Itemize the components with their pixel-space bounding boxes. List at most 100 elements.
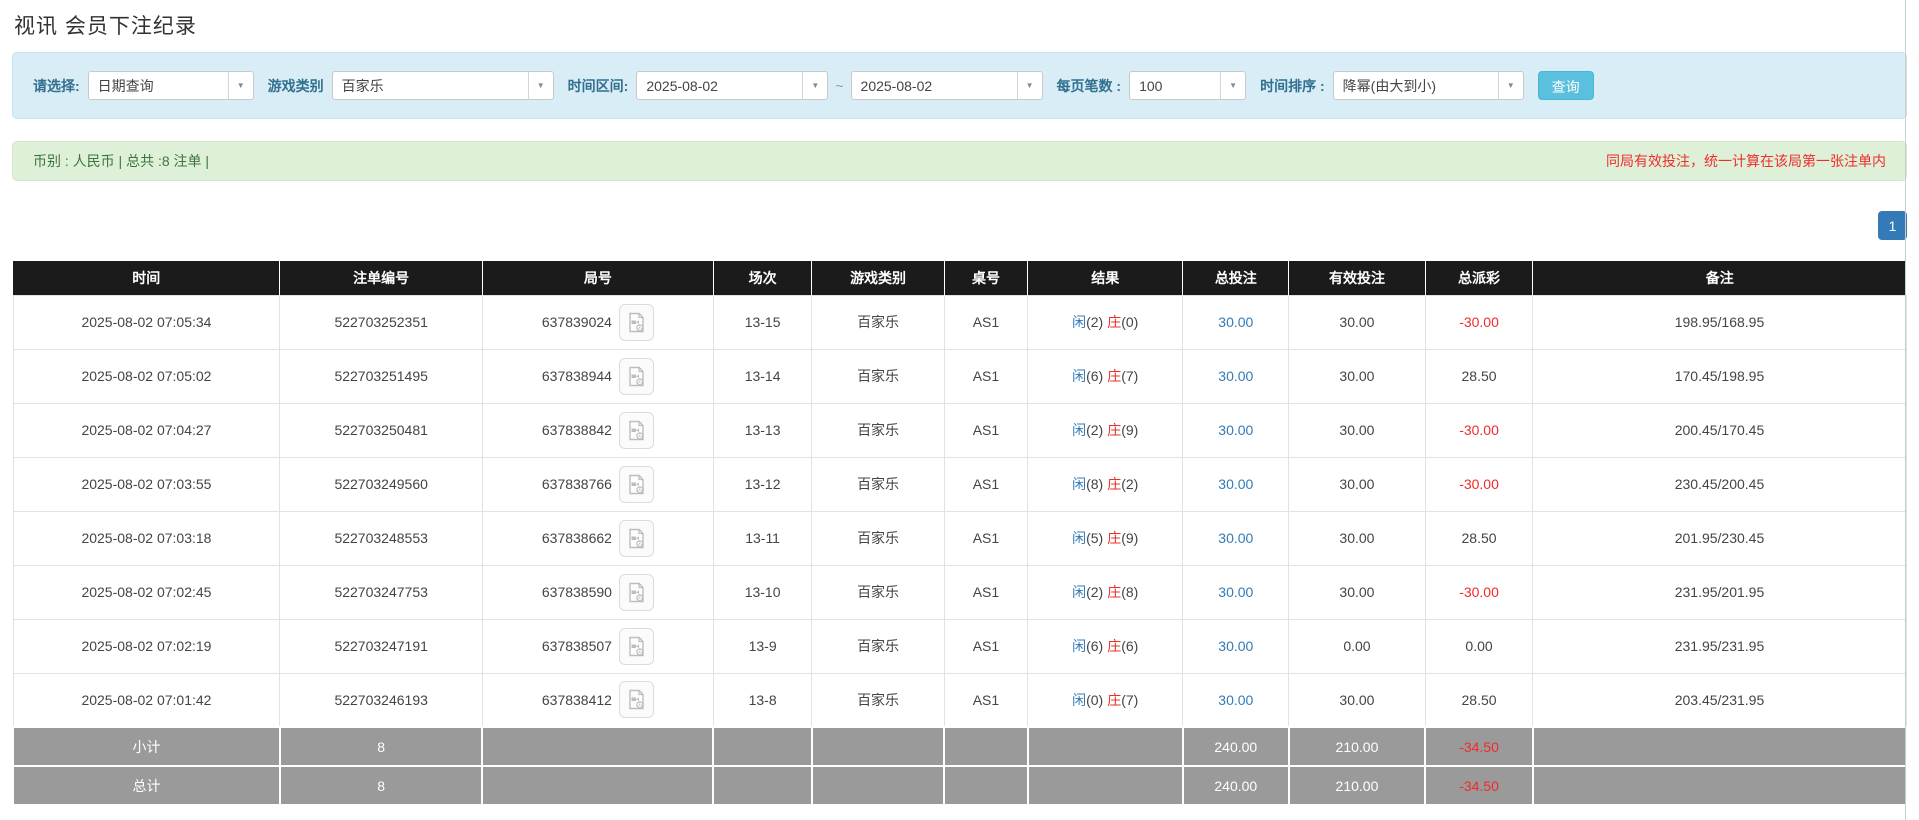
payout-value: -30.00 [1459,584,1499,600]
total-bet-link[interactable]: 30.00 [1218,422,1253,438]
video-replay-button[interactable] [618,303,654,341]
chevron-down-icon[interactable]: ▼ [1016,72,1042,99]
round-id-value: 637838507 [541,638,612,654]
chevron-down-icon[interactable]: ▼ [227,72,253,99]
result-player-label: 闲 [1072,530,1087,546]
total-label: 总计 [12,765,281,806]
video-file-icon [629,690,644,710]
cell-total-bet: 30.00 [1182,618,1290,674]
cell-game-category: 百家乐 [811,348,945,404]
cell-table-no: AS1 [943,456,1029,512]
result-player-label: 闲 [1072,422,1087,438]
cell-payout: -30.00 [1424,564,1534,620]
result-banker-score: (0) [1121,314,1139,330]
time-range-label: 时间区间: [567,77,629,94]
video-replay-button[interactable] [618,519,654,557]
total-bet-link[interactable]: 30.00 [1218,476,1253,492]
video-file-icon [629,582,644,602]
query-type-value: 日期查询 [97,77,154,94]
payout-value: -30.00 [1459,476,1499,492]
cell-table-no: AS1 [943,672,1029,728]
game-category-label: 游戏类别 [267,77,324,94]
col-header-result: 结果 [1027,261,1184,295]
video-replay-button[interactable] [618,411,654,449]
result-banker-score: (9) [1121,422,1139,438]
col-header-total-bet: 总投注 [1182,261,1290,295]
col-header-table-no: 桌号 [944,261,1029,295]
page-1-button[interactable]: 1 [1878,211,1907,240]
total-bet-link[interactable]: 30.00 [1218,368,1253,384]
cell-time: 2025-08-02 07:01:42 [12,672,281,728]
cell-game-category: 百家乐 [811,294,945,350]
cell-time: 2025-08-02 07:03:18 [12,510,281,566]
total-bet-link[interactable]: 30.00 [1218,530,1253,546]
result-banker-label: 庄 [1107,530,1122,546]
cell-bet-id: 522703246193 [279,672,483,728]
result-banker-score: (6) [1121,638,1139,654]
cell-total-bet: 30.00 [1182,402,1290,458]
total-bet-link[interactable]: 30.00 [1218,314,1253,330]
date-from-picker[interactable]: 2025-08-02 ▼ [636,71,829,100]
video-replay-button[interactable] [618,357,654,395]
result-banker-score: (7) [1121,368,1139,384]
result-banker-label: 庄 [1107,368,1122,384]
result-player-label: 闲 [1072,584,1087,600]
cell-session: 13-13 [712,402,813,458]
table-header-row: 时间 注单编号 局号 场次 游戏类别 桌号 结果 总投注 有效投注 总派彩 备注 [13,261,1906,295]
video-replay-button[interactable] [618,465,654,503]
filter-bar: 请选择: 日期查询 ▼ 游戏类别 百家乐 ▼ 时间区间: 2025-08-02 … [12,52,1907,119]
cell-payout: -30.00 [1424,456,1534,512]
cell-total-bet: 30.00 [1182,294,1290,350]
result-player-label: 闲 [1072,638,1087,654]
chevron-down-icon[interactable]: ▼ [1220,72,1246,99]
chevron-down-icon[interactable]: ▼ [802,72,828,99]
cell-result: 闲(6) 庄(7) [1027,348,1184,404]
bets-table: 时间 注单编号 局号 场次 游戏类别 桌号 结果 总投注 有效投注 总派彩 备注… [12,261,1908,806]
summary-bar: 币别 : 人民币 | 总共 :8 注单 | 同局有效投注，统一计算在该局第一张注… [12,141,1907,181]
cell-table-no: AS1 [943,618,1029,674]
cell-table-no: AS1 [943,402,1029,458]
query-type-select[interactable]: 日期查询 ▼ [87,71,254,100]
video-replay-button[interactable] [618,627,654,665]
pagination-top: 1 [12,211,1907,240]
cell-valid-bet: 30.00 [1288,402,1426,458]
round-id-value: 637838944 [541,368,612,384]
col-header-remark: 备注 [1532,261,1906,295]
time-sort-select[interactable]: 降幂(由大到小) ▼ [1332,71,1524,100]
cell-result: 闲(8) 庄(2) [1027,456,1184,512]
cell-valid-bet: 30.00 [1288,564,1426,620]
total-bet-link[interactable]: 30.00 [1218,584,1253,600]
cell-total-bet: 30.00 [1182,564,1290,620]
page-size-select[interactable]: 100 ▼ [1129,71,1247,100]
payout-value: 28.50 [1461,530,1497,546]
result-player-score: (2) [1086,584,1104,600]
video-replay-button[interactable] [618,681,654,719]
cell-result: 闲(6) 庄(6) [1027,618,1184,674]
video-replay-button[interactable] [618,573,654,611]
table-row: 2025-08-02 07:04:27 522703250481 6378388… [12,402,1907,458]
chevron-down-icon[interactable]: ▼ [527,72,553,99]
cell-result: 闲(2) 庄(8) [1027,564,1184,620]
cell-game-category: 百家乐 [811,618,945,674]
date-to-picker[interactable]: 2025-08-02 ▼ [850,71,1043,100]
subtotal-row: 小计 8 240.00 210.00 -34.50 [12,726,1908,767]
total-bet-link[interactable]: 30.00 [1218,638,1253,654]
cell-game-category: 百家乐 [811,510,945,566]
game-category-select[interactable]: 百家乐 ▼ [331,71,554,100]
cell-round-id: 637838507 [481,618,714,674]
query-button[interactable]: 查询 [1537,71,1594,100]
chevron-down-icon[interactable]: ▼ [1497,72,1523,99]
cell-valid-bet: 0.00 [1288,618,1426,674]
cell-bet-id: 522703249560 [279,456,483,512]
total-row: 总计 8 240.00 210.00 -34.50 [12,765,1908,806]
total-bet-link[interactable]: 30.00 [1218,692,1253,708]
total-payout: -34.50 [1424,765,1534,806]
result-player-score: (5) [1086,530,1104,546]
cell-result: 闲(5) 庄(9) [1027,510,1184,566]
col-header-payout: 总派彩 [1425,261,1534,295]
cell-round-id: 637838842 [481,402,714,458]
round-id-value: 637838766 [541,476,612,492]
cell-total-bet: 30.00 [1182,348,1290,404]
result-banker-label: 庄 [1107,422,1122,438]
table-row: 2025-08-02 07:01:42 522703246193 6378384… [12,672,1907,728]
